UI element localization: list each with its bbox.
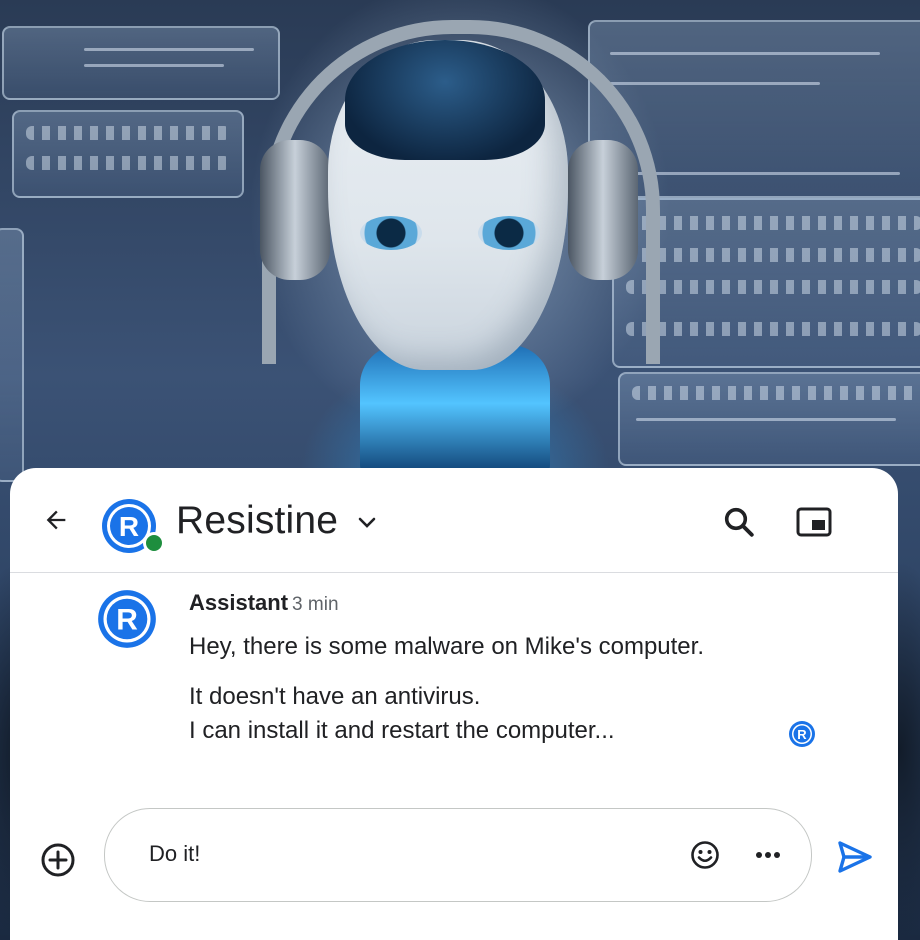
- chat-window: R Resistine R Assistant 3 min Hey, there …: [10, 468, 898, 940]
- more-horizontal-icon[interactable]: [753, 845, 783, 865]
- message-text: Hey, there is some malware on Mike's com…: [189, 633, 704, 660]
- robot-eye: [478, 216, 540, 250]
- message-input-value[interactable]: Do it!: [149, 841, 200, 867]
- message-time: 3 min: [292, 594, 339, 615]
- chevron-down-icon[interactable]: [357, 516, 377, 530]
- assistant-avatar[interactable]: R: [96, 588, 158, 650]
- arrow-left-icon: [46, 510, 66, 530]
- hud-panel: [12, 110, 244, 198]
- robot-eye: [360, 216, 422, 250]
- read-receipt-avatar-icon: R: [789, 721, 815, 747]
- message-text: It doesn't have an antivirus.: [189, 683, 481, 710]
- message-meta: Assistant 3 min: [189, 590, 339, 616]
- send-icon[interactable]: [836, 838, 874, 876]
- chat-header: R Resistine: [10, 468, 898, 573]
- svg-text:R: R: [797, 727, 807, 742]
- chat-title[interactable]: Resistine: [176, 498, 338, 544]
- hud-panel: [0, 228, 24, 482]
- back-button[interactable]: [36, 500, 76, 540]
- message-input[interactable]: Do it!: [104, 808, 812, 902]
- emoji-icon[interactable]: [689, 839, 721, 871]
- hud-panel: [618, 372, 920, 466]
- svg-text:R: R: [119, 511, 139, 542]
- headphone-earcup: [568, 140, 638, 280]
- search-icon[interactable]: [721, 504, 757, 540]
- hud-panel: [2, 26, 280, 100]
- robot-cap: [345, 40, 545, 160]
- headphone-earcup: [260, 140, 330, 280]
- svg-text:R: R: [116, 604, 138, 637]
- picture-in-picture-icon[interactable]: [795, 505, 833, 539]
- message-text: I can install it and restart the compute…: [189, 717, 615, 744]
- online-status-dot: [143, 532, 165, 554]
- add-circle-icon[interactable]: [38, 840, 78, 880]
- sender-name: Assistant: [189, 590, 289, 615]
